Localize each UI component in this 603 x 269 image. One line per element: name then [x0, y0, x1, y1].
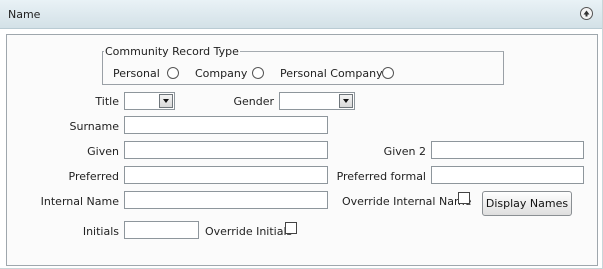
chevron-up-circle-icon[interactable] [580, 7, 593, 20]
radio-personal-company[interactable] [382, 67, 394, 79]
surname-label: Surname [69, 120, 119, 133]
given-label: Given [87, 145, 119, 158]
radio-label-personal-company: Personal Company [280, 67, 383, 80]
preferred-formal-input[interactable] [431, 166, 584, 184]
section-title: Name [8, 8, 41, 21]
radio-label-personal: Personal [113, 67, 160, 80]
gender-label: Gender [233, 95, 274, 108]
chevron-down-icon [339, 94, 353, 108]
radio-label-company: Company [195, 67, 248, 80]
override-internal-name-checkbox[interactable] [458, 192, 470, 204]
record-type-legend: Community Record Type [104, 45, 240, 58]
surname-input[interactable] [124, 116, 328, 134]
given2-label: Given 2 [383, 145, 426, 158]
given2-input[interactable] [431, 141, 584, 159]
preferred-label: Preferred [68, 170, 120, 183]
section-header[interactable]: Name [0, 0, 602, 29]
preferred-formal-label: Preferred formal [336, 170, 426, 183]
title-select[interactable] [124, 92, 175, 110]
internal-name-label: Internal Name [40, 195, 119, 208]
gender-select[interactable] [279, 92, 355, 110]
override-initials-checkbox[interactable] [285, 222, 297, 234]
override-internal-name-label: Override Internal Name [342, 195, 472, 208]
initials-label: Initials [82, 225, 119, 238]
preferred-input[interactable] [124, 166, 328, 184]
display-names-button[interactable]: Display Names [482, 191, 572, 216]
radio-personal[interactable] [167, 67, 179, 79]
chevron-down-icon [159, 94, 173, 108]
override-initials-label: Override Initials [205, 225, 293, 238]
internal-name-input[interactable] [124, 191, 328, 209]
initials-input[interactable] [124, 221, 199, 239]
title-label: Title [95, 95, 119, 108]
radio-company[interactable] [252, 67, 264, 79]
given-input[interactable] [124, 141, 328, 159]
